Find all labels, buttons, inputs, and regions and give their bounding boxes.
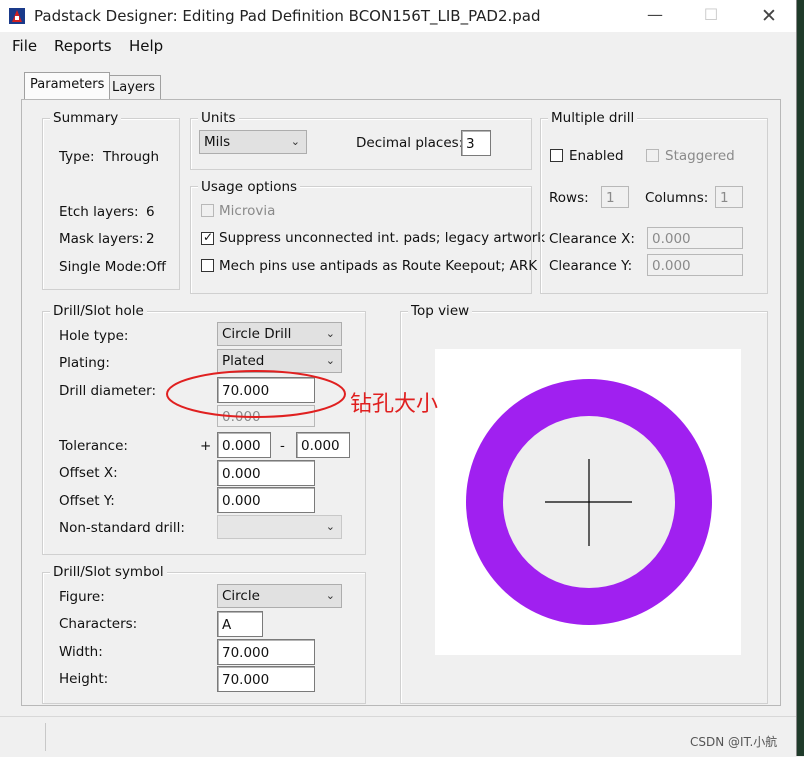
- pad-preview-canvas: [466, 379, 712, 625]
- units-select-value: Mils: [204, 134, 231, 150]
- close-icon[interactable]: ✕: [757, 5, 781, 27]
- chevron-down-icon: ⌄: [325, 520, 335, 533]
- height-label: Height:: [59, 671, 109, 687]
- multiple-drill-title: Multiple drill: [548, 110, 638, 126]
- mask-layers-label: Mask layers:: [59, 231, 144, 247]
- plating-value: Plated: [222, 353, 265, 369]
- drill-hole-title: Drill/Slot hole: [50, 303, 147, 319]
- menu-bar: File Reports Help: [0, 32, 796, 58]
- app-icon: [9, 8, 25, 24]
- tolerance-plus-input[interactable]: 0.000: [217, 432, 271, 458]
- padstack-designer-window: Padstack Designer: Editing Pad Definitio…: [0, 0, 797, 757]
- checkmark-icon: ✓: [203, 230, 214, 244]
- columns-input[interactable]: 1: [715, 186, 743, 208]
- figure-label: Figure:: [59, 589, 105, 605]
- enabled-checkbox[interactable]: [550, 149, 563, 162]
- menu-help[interactable]: Help: [129, 37, 163, 55]
- usage-options-title: Usage options: [198, 179, 301, 195]
- pad-preview: [435, 349, 741, 655]
- width-label: Width:: [59, 644, 103, 660]
- watermark: CSDN @IT.小航: [690, 735, 778, 749]
- width-input[interactable]: 70.000: [217, 639, 315, 665]
- tab-layers[interactable]: Layers: [106, 75, 162, 99]
- clearance-x-input[interactable]: 0.000: [647, 227, 743, 249]
- offset-y-input[interactable]: 0.000: [217, 487, 315, 513]
- background-strip: [796, 0, 804, 756]
- characters-label: Characters:: [59, 616, 138, 632]
- microvia-label: Microvia: [219, 203, 276, 219]
- units-select[interactable]: Mils ⌄: [199, 130, 307, 154]
- hole-type-label: Hole type:: [59, 328, 129, 344]
- minimize-icon[interactable]: —: [643, 5, 667, 27]
- rows-input[interactable]: 1: [601, 186, 629, 208]
- clearance-y-label: Clearance Y:: [549, 258, 633, 274]
- mech-pins-label: Mech pins use antipads as Route Keepout;…: [219, 258, 538, 274]
- tolerance-plus-sign: +: [200, 438, 212, 454]
- annotation-ellipse: [166, 370, 346, 418]
- type-value: Through: [103, 149, 159, 165]
- chevron-down-icon: ⌄: [290, 135, 300, 148]
- microvia-checkbox[interactable]: [201, 204, 214, 217]
- decimal-places-label: Decimal places:: [356, 135, 464, 151]
- single-mode-value: Off: [146, 259, 166, 275]
- hole-type-select[interactable]: Circle Drill ⌄: [217, 322, 342, 346]
- tab-parameters[interactable]: Parameters: [24, 72, 111, 99]
- status-panel: [45, 723, 796, 751]
- status-bar: [0, 716, 796, 757]
- clearance-y-input[interactable]: 0.000: [647, 254, 743, 276]
- chevron-down-icon: ⌄: [325, 327, 335, 340]
- figure-value: Circle: [222, 588, 260, 604]
- nonstandard-drill-label: Non-standard drill:: [59, 520, 185, 536]
- annotation-text: 钻孔大小: [350, 392, 439, 417]
- clearance-x-label: Clearance X:: [549, 231, 635, 247]
- hole-type-value: Circle Drill: [222, 326, 292, 342]
- menu-reports[interactable]: Reports: [54, 37, 112, 55]
- staggered-label: Staggered: [665, 148, 735, 164]
- summary-title: Summary: [50, 110, 122, 126]
- window-title: Padstack Designer: Editing Pad Definitio…: [34, 7, 541, 25]
- characters-input[interactable]: A: [217, 611, 263, 637]
- offset-x-label: Offset X:: [59, 465, 118, 481]
- nonstandard-drill-select[interactable]: ⌄: [217, 515, 342, 539]
- columns-label: Columns:: [645, 190, 709, 206]
- type-label: Type:: [59, 149, 95, 165]
- offset-x-input[interactable]: 0.000: [217, 460, 315, 486]
- etch-layers-label: Etch layers:: [59, 204, 139, 220]
- maximize-icon[interactable]: ☐: [699, 5, 723, 27]
- enabled-label: Enabled: [569, 148, 624, 164]
- tolerance-minus-sign: -: [280, 438, 285, 454]
- tolerance-minus-input[interactable]: 0.000: [296, 432, 350, 458]
- decimal-places-input[interactable]: 3: [461, 130, 491, 156]
- menu-file[interactable]: File: [12, 37, 37, 55]
- mech-pins-checkbox[interactable]: [201, 259, 214, 272]
- single-mode-label: Single Mode:: [59, 259, 147, 275]
- units-title: Units: [198, 110, 239, 126]
- drill-diameter-label: Drill diameter:: [59, 383, 156, 399]
- rows-label: Rows:: [549, 190, 589, 206]
- drill-symbol-title: Drill/Slot symbol: [50, 564, 167, 580]
- title-bar: Padstack Designer: Editing Pad Definitio…: [0, 0, 796, 32]
- figure-select[interactable]: Circle ⌄: [217, 584, 342, 608]
- mask-layers-value: 2: [146, 231, 155, 247]
- etch-layers-value: 6: [146, 204, 155, 220]
- offset-y-label: Offset Y:: [59, 493, 115, 509]
- chevron-down-icon: ⌄: [325, 589, 335, 602]
- staggered-checkbox[interactable]: [646, 149, 659, 162]
- height-input[interactable]: 70.000: [217, 666, 315, 692]
- suppress-checkbox[interactable]: ✓: [201, 230, 214, 245]
- tolerance-label: Tolerance:: [59, 438, 128, 454]
- plating-label: Plating:: [59, 355, 110, 371]
- suppress-label: Suppress unconnected int. pads; legacy a…: [219, 230, 546, 246]
- top-view-title: Top view: [408, 303, 473, 319]
